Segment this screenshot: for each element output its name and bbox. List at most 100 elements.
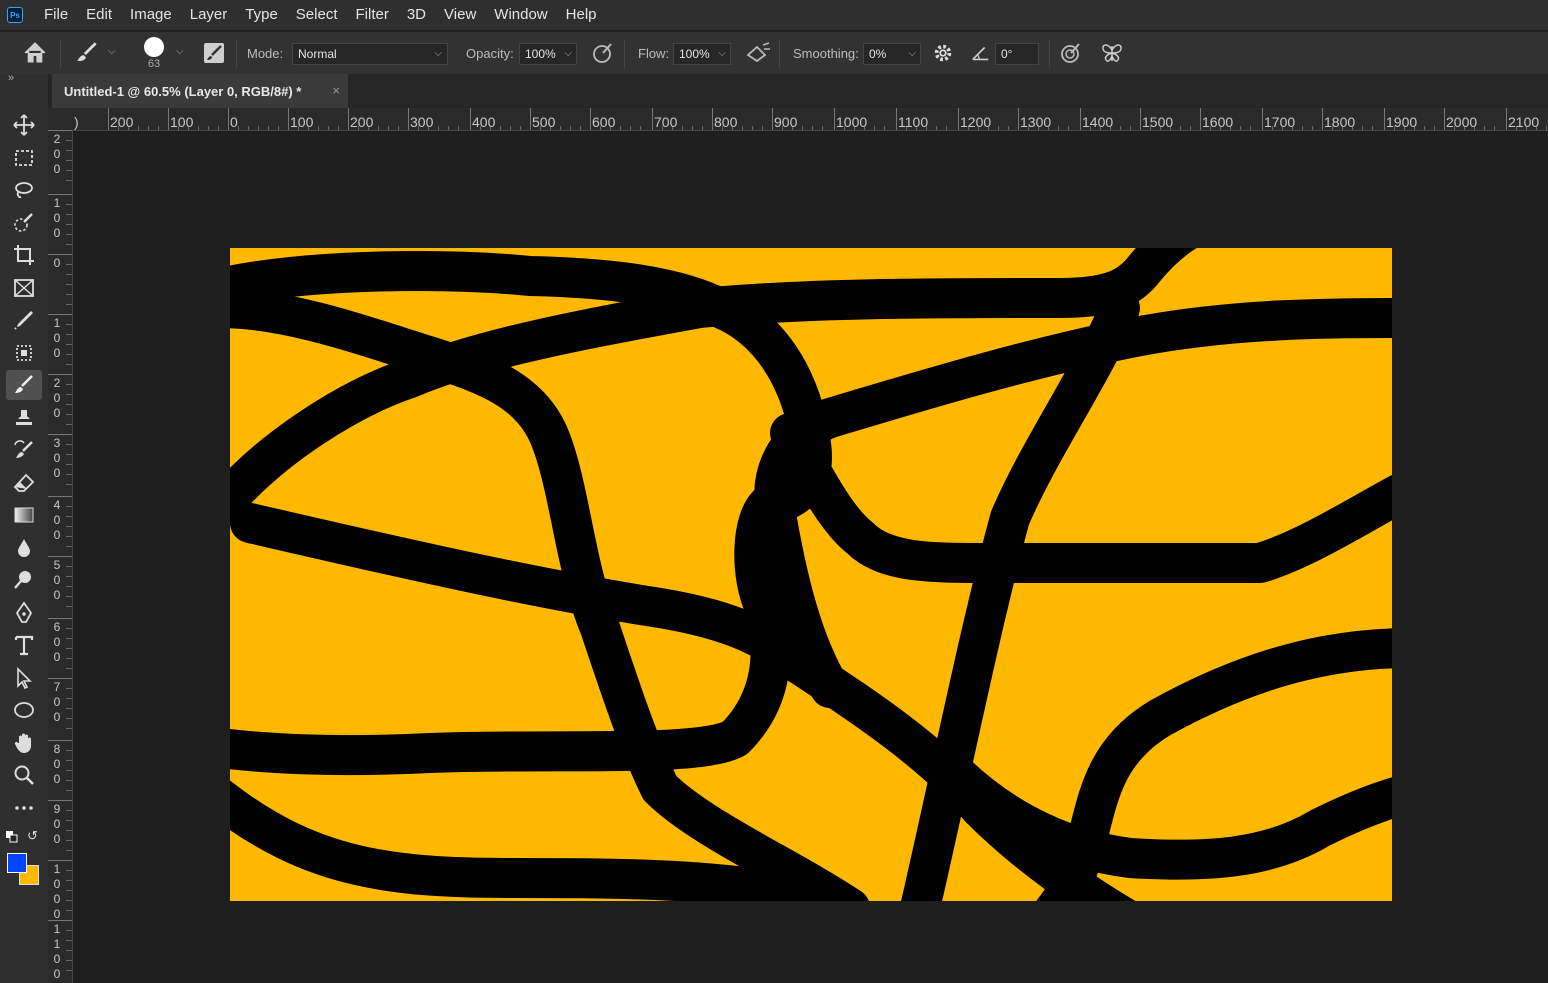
ruler-minor-tick — [1302, 126, 1303, 130]
brush-preset-button[interactable]: ⌵ — [74, 32, 116, 74]
healing-brush-tool[interactable] — [6, 338, 42, 368]
type-tool[interactable] — [6, 630, 42, 660]
smoothing-options-button[interactable] — [932, 32, 954, 74]
ruler-minor-tick — [138, 126, 139, 130]
brush-settings-button[interactable] — [202, 32, 226, 74]
dodge-tool[interactable] — [6, 565, 42, 595]
clone-stamp-tool[interactable] — [6, 403, 42, 433]
smoothing-field[interactable]: 0% ⌵ — [863, 43, 921, 65]
ruler-tick — [530, 108, 531, 130]
ruler-minor-tick — [66, 668, 72, 669]
menu-help[interactable]: Help — [557, 0, 606, 30]
crop-tool[interactable] — [6, 240, 42, 270]
ellipse-tool[interactable] — [6, 695, 42, 725]
clone-stamp-icon — [16, 410, 32, 425]
quick-select-tool[interactable] — [6, 208, 42, 238]
ruler-minor-tick — [946, 126, 947, 130]
gradient-tool[interactable] — [6, 500, 42, 530]
horizontal-ruler[interactable]: ) 200 100 0 100 200 300 400 500 600 700 800 900 1000 1… — [72, 108, 1548, 131]
ruler-minor-tick — [318, 126, 319, 130]
zoom-tool[interactable] — [6, 760, 42, 790]
menu-edit[interactable]: Edit — [77, 0, 121, 30]
ruler-minor-tick — [66, 444, 72, 445]
document-canvas[interactable] — [230, 248, 1392, 901]
ruler-minor-tick — [378, 126, 379, 130]
swap-colors-icon[interactable]: ↺ — [27, 828, 38, 844]
ruler-minor-tick — [66, 628, 72, 629]
mode-value: Normal — [298, 47, 337, 61]
ruler-label: 900 — [774, 114, 798, 130]
dodge-icon — [14, 571, 31, 589]
ruler-tick — [48, 496, 72, 497]
eraser-tool[interactable] — [6, 468, 42, 498]
ruler-tick — [470, 108, 471, 130]
chevron-down-icon: ⌵ — [718, 48, 726, 59]
menu-type[interactable]: Type — [236, 0, 287, 30]
brush-tip-preview — [144, 36, 164, 57]
ruler-tick — [590, 108, 591, 130]
menu-3d[interactable]: 3D — [398, 0, 435, 30]
ruler-minor-tick — [66, 234, 72, 235]
marquee-tool[interactable] — [6, 143, 42, 173]
ruler-minor-tick — [66, 454, 72, 455]
menu-select[interactable]: Select — [287, 0, 347, 30]
close-tab-icon[interactable]: × — [332, 83, 340, 98]
chevron-down-icon[interactable]: ⌵ — [176, 46, 184, 57]
flow-field[interactable]: 100% ⌵ — [673, 43, 731, 65]
brush-size-picker[interactable]: 63 — [144, 32, 164, 74]
ruler-minor-tick — [66, 728, 72, 729]
mode-dropdown[interactable]: Normal ⌵ — [292, 43, 448, 65]
photoshop-logo[interactable]: Ps — [7, 7, 23, 23]
menu-window[interactable]: Window — [485, 0, 556, 30]
opacity-field[interactable]: 100% ⌵ — [519, 43, 577, 65]
ruler-tick — [228, 108, 229, 130]
menu-layer[interactable]: Layer — [181, 0, 237, 30]
move-icon — [13, 114, 35, 136]
path-select-tool[interactable] — [6, 663, 42, 693]
menu-filter[interactable]: Filter — [347, 0, 398, 30]
ruler-label: 2100 — [1508, 114, 1540, 130]
default-colors-icon[interactable] — [6, 830, 18, 848]
ruler-minor-tick — [66, 658, 72, 659]
pen-tool[interactable] — [6, 598, 42, 628]
pressure-opacity-button[interactable] — [591, 32, 615, 74]
brush-strokes-artwork — [230, 248, 1392, 901]
menu-image[interactable]: Image — [121, 0, 181, 30]
ruler-label: 500 — [532, 114, 556, 130]
frame-tool[interactable] — [6, 273, 42, 303]
ruler-tick — [48, 920, 72, 921]
eyedropper-tool[interactable] — [6, 305, 42, 335]
ruler-minor-tick — [398, 126, 399, 130]
history-brush-tool[interactable] — [6, 435, 42, 465]
ruler-label: 800 — [53, 742, 61, 786]
ruler-minor-tick — [580, 126, 581, 130]
symmetry-button[interactable] — [1099, 32, 1125, 74]
blur-tool[interactable] — [6, 533, 42, 563]
vertical-ruler[interactable]: 2001000100200300400500600700800900100011… — [48, 130, 73, 983]
flow-label: Flow: — [638, 45, 670, 61]
airbrush-button[interactable] — [745, 32, 771, 74]
home-button[interactable] — [22, 32, 48, 74]
pressure-size-button[interactable] — [1059, 32, 1083, 74]
hand-tool[interactable] — [6, 728, 42, 758]
ruler-minor-tick — [158, 126, 159, 130]
angle-field[interactable]: 0° — [995, 43, 1039, 65]
ruler-label: 1200 — [960, 114, 992, 130]
collapse-panel-icon[interactable]: » — [8, 72, 14, 84]
smoothing-label: Smoothing: — [793, 45, 859, 61]
menu-file[interactable]: File — [35, 0, 77, 30]
ruler-minor-tick — [1008, 126, 1009, 130]
document-tab[interactable]: Untitled-1 @ 60.5% (Layer 0, RGB/8#) * × — [52, 74, 348, 108]
lasso-tool[interactable] — [6, 175, 42, 205]
ruler-minor-tick — [438, 126, 439, 130]
ruler-minor-tick — [66, 890, 72, 891]
ruler-minor-tick — [66, 224, 72, 225]
brush-tool[interactable] — [6, 370, 42, 400]
menu-view[interactable]: View — [435, 0, 485, 30]
options-bar: ⌵ 63 ⌵ Mode: Normal ⌵ Opacity: 100% ⌵ Fl… — [0, 31, 1548, 75]
foreground-color-swatch[interactable] — [7, 853, 27, 873]
move-tool[interactable] — [6, 110, 42, 140]
ruler-label: 1500 — [1142, 114, 1174, 130]
more-tools[interactable] — [6, 793, 42, 823]
ruler-minor-tick — [66, 170, 72, 171]
